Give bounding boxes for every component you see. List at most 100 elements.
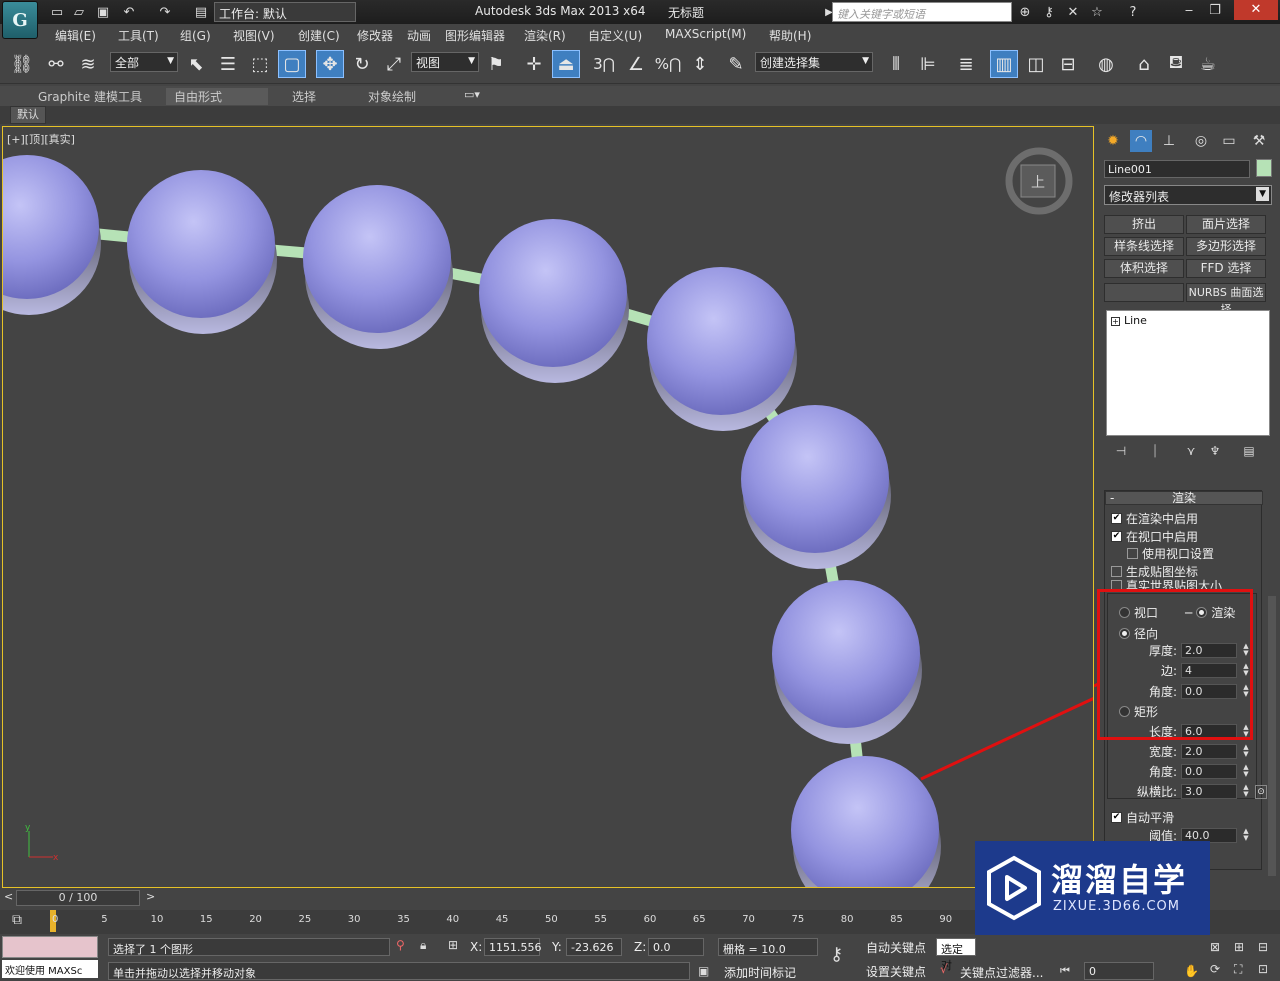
menu-maxscript[interactable]: MAXScript(M)	[665, 27, 746, 41]
select-manipulate-icon[interactable]: ✛	[520, 50, 548, 78]
viewport-top[interactable]: [+][顶][真实] 上 y x	[2, 126, 1094, 888]
menu-create[interactable]: 创建(C)	[298, 27, 340, 44]
app-logo[interactable]: G	[2, 1, 38, 39]
select-scale-icon[interactable]: ⤢	[380, 50, 408, 78]
named-selection-dropdown[interactable]: 创建选择集	[755, 52, 873, 72]
selection-filter-dropdown[interactable]: 全部	[110, 52, 178, 72]
key-filters-button[interactable]: 关键点过滤器...	[960, 964, 1043, 981]
modify-tab-icon[interactable]: ◠	[1130, 130, 1152, 152]
select-object-icon[interactable]: ⬉	[182, 50, 210, 78]
set-key-mode-icon[interactable]: ⚷	[830, 944, 843, 965]
patch-select-button[interactable]: 面片选择	[1186, 215, 1266, 234]
maximize-viewport-icon[interactable]: ⊡	[1258, 962, 1268, 976]
align-icon[interactable]: ⊫	[914, 50, 942, 78]
schematic-view-icon[interactable]: ⊟	[1054, 50, 1082, 78]
gen-mapping-row[interactable]: 生成贴图坐标	[1111, 563, 1198, 580]
pin-stack-icon[interactable]: ⊣	[1112, 442, 1130, 460]
rect-selection-icon[interactable]: ⬚	[246, 50, 274, 78]
use-viewport-settings-row[interactable]: 使用视口设置	[1127, 545, 1214, 562]
nurbs-select-button[interactable]: NURBS 曲面选择	[1186, 283, 1266, 316]
remove-modifier-icon[interactable]: ♆	[1206, 442, 1224, 460]
next-frame-icon[interactable]: >	[146, 890, 155, 903]
collapse-minus-icon[interactable]: -	[1110, 492, 1114, 504]
utilities-tab-icon[interactable]: ⚒	[1248, 130, 1270, 152]
time-slider[interactable]: 0 / 100	[16, 890, 140, 906]
exchange-icon[interactable]: ✕	[1064, 3, 1082, 21]
edit-named-selection-icon[interactable]: ✎	[722, 50, 750, 78]
show-end-result-icon[interactable]: ⏐	[1146, 442, 1164, 460]
selection-lock-icon[interactable]: 🔒︎	[420, 938, 426, 953]
enable-renderer-row[interactable]: ✔ 在渲染中启用	[1111, 510, 1198, 527]
aspect-spinner-icon[interactable]: ▲ ▼	[1241, 784, 1251, 799]
width-spinner-icon[interactable]: ▲ ▼	[1241, 744, 1251, 759]
motion-tab-icon[interactable]: ◎	[1190, 130, 1212, 152]
object-name-field[interactable]: Line001	[1104, 160, 1250, 178]
select-move-icon[interactable]: ✥	[316, 50, 344, 78]
extrude-button[interactable]: 挤出	[1104, 215, 1184, 234]
bead-sphere[interactable]	[741, 405, 891, 569]
search-input[interactable]: 键入关键字或短语	[832, 2, 1012, 22]
ribbon-options-icon[interactable]: ▭▾	[464, 88, 480, 101]
close-window-button[interactable]: ✕	[1234, 0, 1278, 20]
angle2-input[interactable]: 0.0	[1181, 764, 1237, 779]
goto-start-icon[interactable]: ⏮	[1060, 964, 1070, 978]
menu-modifiers[interactable]: 修改器	[357, 27, 393, 44]
aspect-input[interactable]: 3.0	[1181, 784, 1237, 799]
x-coord-field[interactable]: 1151.556	[484, 938, 542, 956]
window-crossing-icon[interactable]: ▢	[278, 50, 306, 78]
binoculars-icon[interactable]: ⊕	[1016, 3, 1034, 21]
zoom-region-icon[interactable]: ⊠	[1210, 940, 1220, 954]
make-unique-icon[interactable]: ⋎	[1182, 442, 1200, 460]
open-file-icon[interactable]: ▱	[70, 3, 88, 21]
orbit-icon[interactable]: ⟳	[1210, 962, 1220, 976]
render-production-icon[interactable]: ☕	[1194, 50, 1222, 78]
bead-sphere[interactable]	[772, 580, 922, 744]
modifier-stack[interactable]: + Line	[1106, 310, 1270, 436]
bind-spacewarp-icon[interactable]: ≋	[74, 50, 102, 78]
selected-dropdown[interactable]: 选定对	[936, 938, 976, 972]
menu-tools[interactable]: 工具(T)	[118, 27, 159, 44]
panel-scrollbar[interactable]	[1268, 596, 1276, 876]
use-viewport-settings-checkbox[interactable]	[1127, 548, 1138, 559]
link-icon[interactable]: ⛓	[8, 50, 36, 78]
menu-edit[interactable]: 编辑(E)	[55, 27, 96, 44]
vol-select-button[interactable]: 体积选择	[1104, 259, 1184, 278]
object-color-swatch[interactable]	[1256, 159, 1272, 177]
zoom-extents-icon[interactable]: ⛶	[1234, 962, 1242, 977]
auto-key-button[interactable]: 自动关键点	[862, 938, 932, 956]
empty-modifier-button[interactable]	[1104, 283, 1184, 302]
graphite-toggle-icon[interactable]: ▥	[990, 50, 1018, 78]
current-frame-field[interactable]: 0	[1084, 962, 1154, 980]
add-time-tag-label[interactable]: 添加时间标记	[724, 964, 796, 981]
key-filter-icon[interactable]: √	[940, 962, 948, 976]
menu-rendering[interactable]: 渲染(R)	[524, 27, 566, 44]
workspace-dropdown[interactable]: 工作台: 默认	[214, 2, 356, 22]
menu-graph-editors[interactable]: 图形编辑器	[445, 27, 505, 44]
auto-smooth-checkbox[interactable]: ✔	[1111, 812, 1122, 823]
stack-item-line[interactable]: + Line	[1111, 314, 1147, 327]
restore-icon[interactable]: ❐	[1206, 1, 1224, 19]
create-tab-icon[interactable]: ✹	[1102, 130, 1124, 152]
bead-sphere[interactable]	[791, 756, 941, 888]
project-folder-icon[interactable]: ▤	[192, 3, 210, 21]
maxscript-mini-listener[interactable]: 欢迎使用 MAXSc	[2, 960, 98, 978]
enable-viewport-checkbox[interactable]: ✔	[1111, 531, 1122, 542]
menu-help[interactable]: 帮助(H)	[769, 27, 811, 44]
isolate-selection-icon[interactable]: ⚲	[396, 938, 405, 952]
bead-sphere[interactable]	[303, 185, 453, 349]
field-of-view-icon[interactable]: ⊟	[1258, 940, 1268, 954]
expand-plus-icon[interactable]: +	[1111, 317, 1120, 326]
menu-customize[interactable]: 自定义(U)	[588, 27, 642, 44]
help-icon[interactable]: ?	[1124, 3, 1142, 21]
snaps-toggle-icon[interactable]: 3 ⋂	[590, 50, 618, 78]
transform-type-in-icon[interactable]: ⊞	[448, 938, 458, 952]
maxscript-listener[interactable]	[2, 936, 98, 958]
modifier-list-dropdown[interactable]: 修改器列表	[1104, 185, 1272, 205]
display-tab-icon[interactable]: ▭	[1218, 130, 1240, 152]
poly-select-button[interactable]: 多边形选择	[1186, 237, 1266, 256]
rollout-header[interactable]: - 渲染	[1105, 491, 1263, 505]
select-by-name-icon[interactable]: ☰	[214, 50, 242, 78]
ffd-select-button[interactable]: FFD 选择	[1186, 259, 1266, 278]
pivot-center-icon[interactable]: ⚑	[482, 50, 510, 78]
menu-animation[interactable]: 动画	[407, 27, 431, 44]
